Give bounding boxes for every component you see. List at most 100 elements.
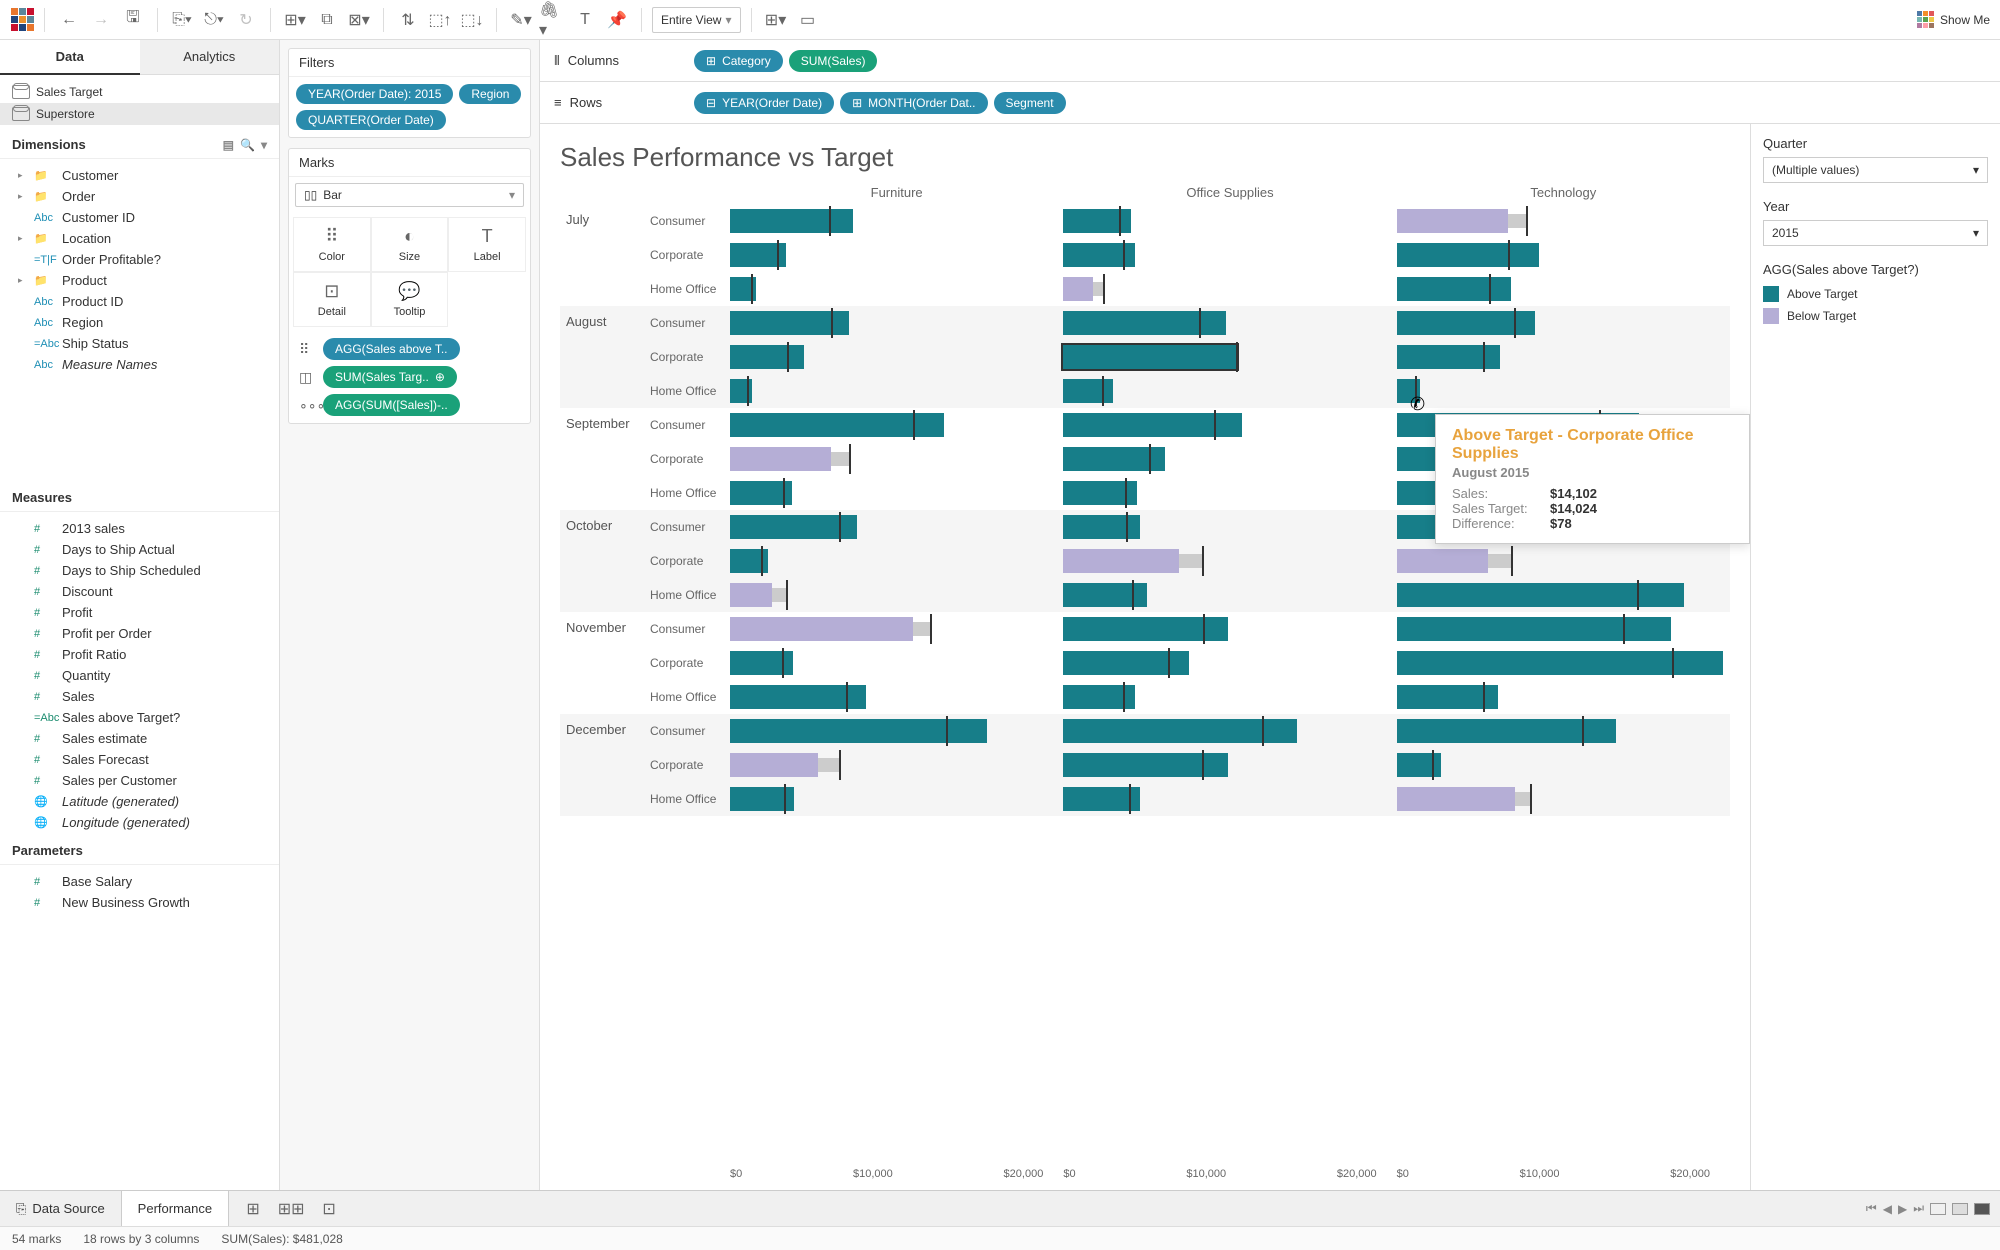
field-item[interactable]: ▸📁Product (0, 270, 279, 291)
chart-cell[interactable] (730, 374, 1063, 408)
chart-cell[interactable] (730, 612, 1063, 646)
value-bar[interactable] (1063, 209, 1131, 233)
chart-cell[interactable] (1397, 612, 1730, 646)
refresh-button[interactable]: ↻ (232, 6, 260, 34)
marks-detail[interactable]: ⊡Detail (293, 272, 371, 327)
chart-cell[interactable] (1397, 646, 1730, 680)
chart-cell[interactable] (1063, 374, 1396, 408)
field-item[interactable]: =AbcShip Status (0, 333, 279, 354)
nav-last-icon[interactable]: ⏭ (1913, 1201, 1924, 1216)
chart-cell[interactable] (1397, 374, 1730, 408)
value-bar[interactable] (1063, 583, 1147, 607)
chart-cell[interactable] (1397, 748, 1730, 782)
field-item[interactable]: ▸📁Customer (0, 165, 279, 186)
value-bar[interactable] (1397, 243, 1539, 267)
chart-cell[interactable] (730, 306, 1063, 340)
field-item[interactable]: #Profit (0, 602, 279, 623)
field-item[interactable]: ▸📁Order (0, 186, 279, 207)
data-menu-icon[interactable]: ▾ (261, 138, 267, 152)
field-item[interactable]: #Profit Ratio (0, 644, 279, 665)
field-item[interactable]: ▸📁Location (0, 228, 279, 249)
chart-cell[interactable] (1063, 204, 1396, 238)
chart-cell[interactable] (1063, 646, 1396, 680)
swap-axes-button[interactable]: ⇅ (394, 6, 422, 34)
value-bar[interactable] (1397, 617, 1671, 641)
view-sheet-icon[interactable] (1974, 1203, 1990, 1215)
view-as-icon[interactable]: ▤ (223, 138, 234, 152)
nav-next-icon[interactable]: ▶ (1898, 1202, 1907, 1216)
show-cards-button[interactable]: ⊞▾ (762, 6, 790, 34)
value-bar[interactable] (1063, 651, 1189, 675)
chart-cell[interactable] (1063, 408, 1396, 442)
value-bar[interactable] (730, 583, 772, 607)
mark-type-dropdown[interactable]: ▯▯ Bar ▾ (295, 183, 524, 207)
field-item[interactable]: #Sales per Customer (0, 770, 279, 791)
chart-cell[interactable] (1063, 748, 1396, 782)
field-item[interactable]: Longitude (generated) (0, 812, 279, 833)
new-sheet-button[interactable]: ⊞▾ (281, 6, 309, 34)
save-button[interactable]: 🖫 (119, 6, 147, 34)
value-bar[interactable] (1397, 583, 1685, 607)
duplicate-sheet-button[interactable]: ⧉ (313, 6, 341, 34)
chart-cell[interactable] (730, 578, 1063, 612)
value-bar[interactable] (1063, 549, 1179, 573)
chart-cell[interactable] (1063, 238, 1396, 272)
chart-cell[interactable] (730, 646, 1063, 680)
group-button[interactable]: 🖇▾ (539, 6, 567, 34)
nav-prev-icon[interactable]: ◀ (1883, 1202, 1892, 1216)
chart-cell[interactable] (1063, 578, 1396, 612)
value-bar[interactable] (1063, 515, 1140, 539)
forward-button[interactable]: → (87, 6, 115, 34)
chart-cell[interactable] (1063, 544, 1396, 578)
field-item[interactable]: #Quantity (0, 665, 279, 686)
value-bar[interactable] (1397, 787, 1516, 811)
chart-cell[interactable] (730, 544, 1063, 578)
datasource-sales-target[interactable]: Sales Target (0, 81, 279, 103)
field-item[interactable]: AbcRegion (0, 312, 279, 333)
chart-cell[interactable] (1397, 578, 1730, 612)
show-me-button[interactable]: Show Me (1917, 11, 1990, 28)
view-film-icon[interactable] (1952, 1203, 1968, 1215)
nav-first-icon[interactable]: ⏮ (1866, 1201, 1877, 1216)
field-item[interactable]: #Sales Forecast (0, 749, 279, 770)
new-story-icon[interactable]: ⊡ (315, 1195, 343, 1223)
chart-cell[interactable] (730, 340, 1063, 374)
chart-cell[interactable] (1063, 612, 1396, 646)
field-item[interactable]: #Sales estimate (0, 728, 279, 749)
chart-cell[interactable] (730, 476, 1063, 510)
new-sheet-icon[interactable]: ⊞ (239, 1195, 267, 1223)
value-bar[interactable] (730, 447, 831, 471)
mark-pill[interactable]: AGG(SUM([Sales])-.. (323, 394, 460, 416)
field-item[interactable]: #New Business Growth (0, 892, 279, 913)
field-item[interactable]: #Base Salary (0, 871, 279, 892)
field-item[interactable]: Latitude (generated) (0, 791, 279, 812)
value-bar[interactable] (730, 209, 853, 233)
field-item[interactable]: #2013 sales (0, 518, 279, 539)
value-bar[interactable] (1063, 345, 1237, 369)
pause-refresh-button[interactable]: ⎋▾ (200, 6, 228, 34)
pin-button[interactable]: 📌 (603, 6, 631, 34)
field-item[interactable]: #Profit per Order (0, 623, 279, 644)
sort-desc-button[interactable]: ⬚↓ (458, 6, 486, 34)
value-bar[interactable] (1063, 311, 1226, 335)
chart-cell[interactable] (1063, 782, 1396, 816)
shelf-pill[interactable]: ⊞MONTH(Order Dat.. (840, 92, 987, 114)
highlight-button[interactable]: ✎▾ (507, 6, 535, 34)
chart-cell[interactable] (1397, 714, 1730, 748)
chart-cell[interactable] (730, 238, 1063, 272)
chart-cell[interactable] (730, 204, 1063, 238)
legend-item[interactable]: Below Target (1763, 305, 1988, 327)
chart-cell[interactable] (1063, 442, 1396, 476)
visualization[interactable]: Sales Performance vs Target FurnitureOff… (540, 124, 1750, 1190)
label-button[interactable]: T (571, 6, 599, 34)
value-bar[interactable] (1397, 277, 1512, 301)
quarter-filter-dropdown[interactable]: (Multiple values)▾ (1763, 157, 1988, 183)
mark-pill[interactable]: AGG(Sales above T.. (323, 338, 460, 360)
presentation-button[interactable]: ▭ (794, 6, 822, 34)
chart-cell[interactable] (1063, 272, 1396, 306)
shelf-pill[interactable]: ⊞Category (694, 50, 783, 72)
chart-cell[interactable] (730, 680, 1063, 714)
datasource-superstore[interactable]: Superstore (0, 103, 279, 125)
rows-shelf[interactable]: ≡Rows ⊟YEAR(Order Date)⊞MONTH(Order Dat.… (540, 82, 2000, 124)
sort-asc-button[interactable]: ⬚↑ (426, 6, 454, 34)
